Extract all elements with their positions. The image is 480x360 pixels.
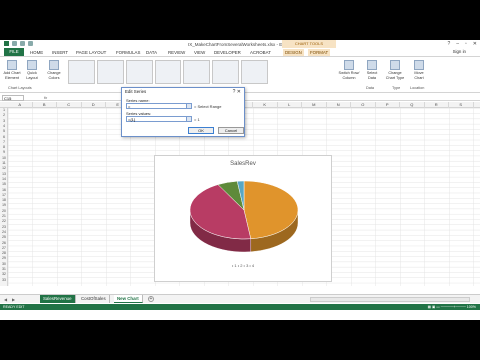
switch-icon <box>344 60 354 70</box>
chart-element-icon <box>7 60 17 70</box>
dialog-close-button[interactable]: ? ✕ <box>233 88 241 96</box>
add-sheet-icon[interactable]: + <box>148 296 154 302</box>
tab-home[interactable]: HOME <box>30 49 43 56</box>
sheet-tab-salesrevenue[interactable]: SalesRevenue <box>40 295 76 303</box>
edit-series-dialog: Edit Series ? ✕ Series name: = = Select … <box>121 87 245 137</box>
chart-layouts-group-label: Chart Layouts <box>8 86 32 90</box>
title-bar: IX_MakeChartFromSeveralWorksheets.xlsx -… <box>0 40 480 48</box>
tab-data[interactable]: DATA <box>146 49 157 56</box>
sign-in-link[interactable]: Sign in <box>453 49 466 54</box>
sheet-nav-next-icon[interactable]: ▶ <box>12 297 15 302</box>
sheet-nav-prev-icon[interactable]: ◀ <box>4 297 7 302</box>
range-picker-icon[interactable] <box>186 116 192 122</box>
tab-review[interactable]: REVIEW <box>168 49 185 56</box>
chart-style-thumb[interactable] <box>154 60 182 84</box>
fx-icon[interactable]: fx <box>44 95 47 100</box>
tab-format[interactable]: FORMAT <box>308 49 331 56</box>
tab-page-layout[interactable]: PAGE LAYOUT <box>76 49 106 56</box>
status-bar: READY EDIT ▦ ▣ ▭ ─────+──── 100% <box>0 304 480 310</box>
quick-layout-button[interactable]: Quick Layout <box>24 60 40 80</box>
quick-layout-icon <box>27 60 37 70</box>
select-data-button[interactable]: Select Data <box>364 60 380 80</box>
save-icon[interactable] <box>12 41 17 46</box>
ribbon-tabs: FILE HOME INSERT PAGE LAYOUT FORMULAS DA… <box>0 48 480 56</box>
select-data-icon <box>367 60 377 70</box>
undo-icon[interactable] <box>20 41 25 46</box>
dialog-title: Edit Series <box>125 89 147 94</box>
row-header[interactable]: 33 <box>0 278 8 283</box>
chart-style-thumb[interactable] <box>241 60 269 84</box>
series-values-input[interactable]: ={1} <box>126 116 190 122</box>
add-chart-element-button[interactable]: Add Chart Element <box>3 60 21 80</box>
range-picker-icon[interactable] <box>186 103 192 109</box>
chart-style-thumb[interactable] <box>183 60 211 84</box>
series-name-note: = Select Range <box>194 104 222 109</box>
tab-view[interactable]: VIEW <box>194 49 205 56</box>
chart-title[interactable]: SalesRev <box>155 161 331 167</box>
redo-icon[interactable] <box>28 41 33 46</box>
location-group-label: Location <box>410 86 425 90</box>
tab-design[interactable]: DESIGN <box>283 49 304 56</box>
type-group-label: Type <box>392 86 401 90</box>
excel-logo-icon <box>4 41 9 46</box>
palette-icon <box>49 60 59 70</box>
tab-file[interactable]: FILE <box>4 48 24 56</box>
window-controls: ? – ▫ ✕ <box>447 41 477 47</box>
sheet-tab-costofsales[interactable]: CostOfSales <box>78 295 110 303</box>
chart-styles-gallery[interactable] <box>68 60 269 84</box>
pie-chart[interactable]: SalesRev • 1 • 2 • 3 • 4 <box>154 155 332 282</box>
chart-style-thumb[interactable] <box>68 60 95 84</box>
tab-developer[interactable]: DEVELOPER <box>214 49 241 56</box>
sheet-tab-new-chart[interactable]: New Chart <box>114 295 143 303</box>
row-headers: 1 2 3 4 5 6 7 8 9 10 11 12 13 14 15 16 17 18 19 20 21 22 23 24 2… <box>0 108 8 286</box>
sheet-tabs-bar: ◀ ▶ SalesRevenue CostOfSales New Chart + <box>0 294 480 303</box>
horizontal-scrollbar[interactable] <box>310 297 470 302</box>
move-chart-button[interactable]: Move Chart <box>410 60 428 80</box>
pie-plot-area[interactable] <box>155 168 333 268</box>
quick-access-toolbar <box>4 41 33 46</box>
change-chart-type-button[interactable]: Change Chart Type <box>384 60 406 80</box>
data-group-label: Data <box>366 86 375 90</box>
zoom-controls[interactable]: ▦ ▣ ▭ ─────+──── 100% <box>428 305 476 309</box>
switch-row-column-button[interactable]: Switch Row/ Column <box>338 60 360 80</box>
status-mode: READY EDIT <box>3 304 25 309</box>
series-name-input[interactable]: = <box>126 103 190 109</box>
chart-tools-label: CHART TOOLS <box>282 40 336 48</box>
tab-formulas[interactable]: FORMULAS <box>116 49 140 56</box>
change-colors-button[interactable]: Change Colors <box>44 60 64 80</box>
tab-acrobat[interactable]: ACROBAT <box>250 49 271 56</box>
cancel-button[interactable]: Cancel <box>218 127 244 134</box>
chart-style-thumb[interactable] <box>212 60 240 84</box>
window-title: IX_MakeChartFromSeveralWorksheets.xlsx -… <box>188 41 291 47</box>
name-box[interactable]: C15 <box>2 94 24 101</box>
chart-style-thumb[interactable] <box>125 60 153 84</box>
minimize-button[interactable]: – <box>456 41 459 47</box>
excel-window: IX_MakeChartFromSeveralWorksheets.xlsx -… <box>0 40 480 320</box>
ok-button[interactable]: OK <box>188 127 214 134</box>
close-button[interactable]: ✕ <box>473 41 477 47</box>
tab-insert[interactable]: INSERT <box>52 49 68 56</box>
series-values-note: = 1 <box>194 117 200 122</box>
maximize-button[interactable]: ▫ <box>465 41 467 47</box>
help-button[interactable]: ? <box>447 41 450 47</box>
move-chart-icon <box>414 60 424 70</box>
chart-legend[interactable]: • 1 • 2 • 3 • 4 <box>155 263 331 268</box>
chart-type-icon <box>390 60 400 70</box>
chart-style-thumb[interactable] <box>96 60 124 84</box>
